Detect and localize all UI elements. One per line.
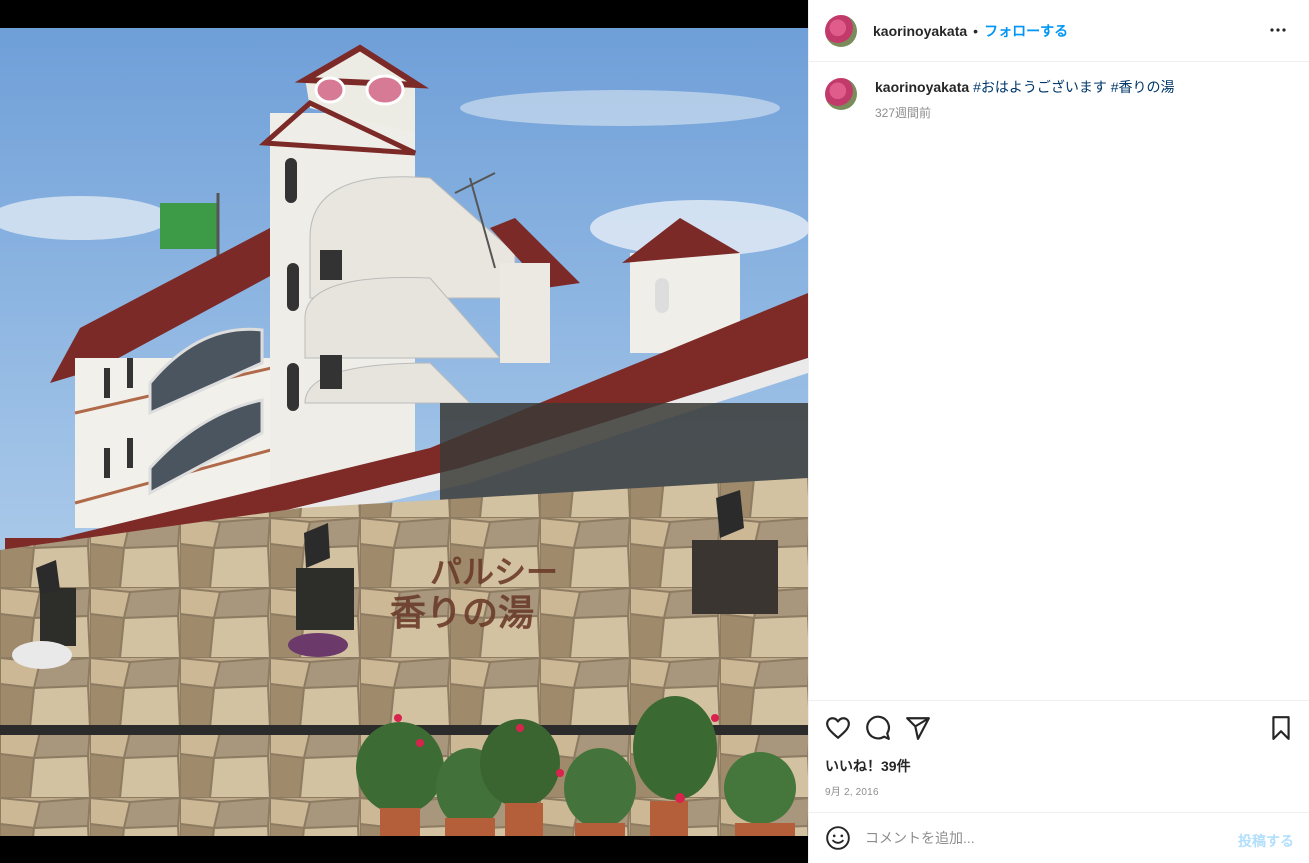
post-date[interactable]: 9月 2, 2016: [825, 783, 879, 798]
more-options-icon[interactable]: [1266, 18, 1290, 42]
heart-icon[interactable]: [825, 715, 851, 741]
hashtag-link[interactable]: #おはようございます: [973, 79, 1107, 95]
caption-time[interactable]: 327週間前: [875, 104, 1175, 122]
emoji-icon[interactable]: [825, 825, 851, 851]
comment-bar: 投稿する: [809, 812, 1309, 863]
photo-sign-line1: パルシー: [430, 553, 558, 591]
caption-username[interactable]: kaorinoyakata: [875, 79, 969, 95]
comment-icon[interactable]: [865, 715, 891, 741]
likes-count[interactable]: いいね！39件: [825, 756, 911, 776]
follow-button[interactable]: フォローする: [984, 21, 1068, 41]
share-icon[interactable]: [905, 715, 931, 741]
rooftop-sign: [160, 203, 218, 249]
post-header: kaorinoyakata • フォローする: [809, 0, 1309, 62]
comment-input[interactable]: [865, 830, 1225, 846]
photo-sign-line2: 香りの湯: [390, 592, 534, 634]
post-sidebar: kaorinoyakata • フォローする kaorinoyakata #おは…: [808, 0, 1309, 863]
post-modal: パルシー 香りの湯 kaorinoyakata • フォローする kaorino…: [0, 0, 1309, 863]
username-link[interactable]: kaorinoyakata: [873, 23, 967, 39]
post-photo[interactable]: パルシー 香りの湯: [0, 0, 808, 863]
bookmark-icon[interactable]: [1268, 715, 1294, 741]
caption-avatar[interactable]: [825, 78, 857, 110]
hashtag-link[interactable]: #香りの湯: [1111, 79, 1175, 95]
building-photo: パルシー 香りの湯: [0, 28, 808, 836]
caption: kaorinoyakata #おはようございます #香りの湯 327週間前: [825, 78, 1175, 122]
avatar[interactable]: [825, 14, 857, 47]
caption-text: kaorinoyakata #おはようございます #香りの湯: [875, 78, 1175, 96]
post-comment-button[interactable]: 投稿する: [1238, 831, 1294, 851]
action-bar: [809, 700, 1309, 756]
separator-dot: •: [973, 22, 979, 39]
